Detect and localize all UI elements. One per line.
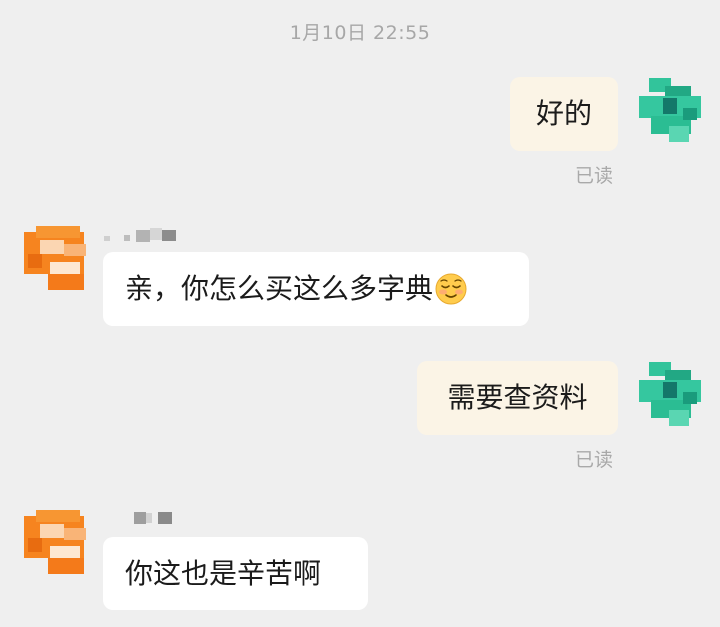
contact-name-pixelated: [134, 510, 180, 526]
self-avatar-icon[interactable]: [639, 78, 701, 142]
relieved-face-emoji: [435, 273, 467, 305]
contact-name-pixelated: [104, 228, 176, 244]
message-timestamp: 1月10日 22:55: [289, 22, 431, 44]
message-text: 好的: [535, 97, 592, 130]
self-avatar-icon[interactable]: [639, 362, 701, 426]
contact-avatar-icon[interactable]: [24, 226, 90, 290]
message-text: 需要查资料: [447, 381, 588, 414]
message-bubble-outgoing[interactable]: 好的: [510, 77, 618, 151]
message-text: 你这也是辛苦啊: [125, 556, 322, 590]
message-bubble-outgoing[interactable]: 需要查资料: [417, 361, 618, 435]
message-bubble-incoming[interactable]: 你这也是辛苦啊: [103, 537, 368, 610]
message-bubble-incoming[interactable]: 亲，你怎么买这么多字典: [103, 252, 529, 326]
message-text: 亲，你怎么买这么多字典: [125, 272, 434, 305]
read-receipt: 已读: [575, 165, 614, 187]
read-receipt: 已读: [575, 449, 614, 471]
contact-avatar-icon[interactable]: [24, 510, 90, 574]
